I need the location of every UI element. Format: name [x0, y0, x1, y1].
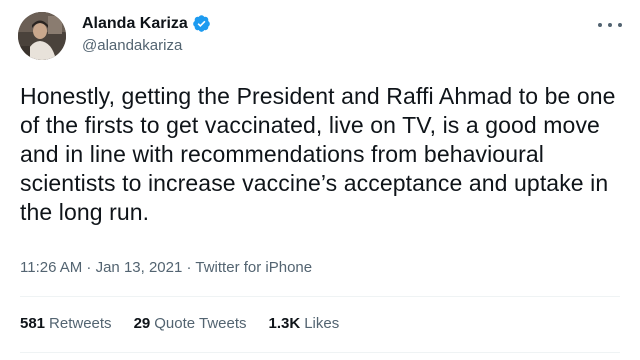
display-name[interactable]: Alanda Kariza [82, 15, 188, 33]
divider [20, 296, 620, 297]
quote-tweets-count: 29 [133, 315, 151, 332]
tweet-card: Alanda Kariza @alandakariza Honestly, ge… [0, 0, 640, 360]
more-dot [618, 23, 622, 27]
more-dot [598, 23, 602, 27]
likes-label: Likes [304, 315, 340, 332]
avatar-image [18, 12, 66, 60]
more-dot [608, 23, 612, 27]
retweets-stat[interactable]: 581 Retweets [20, 315, 112, 332]
tweet-meta[interactable]: 11:26 AM · Jan 13, 2021 · Twitter for iP… [20, 259, 312, 276]
author-handle[interactable]: @alandakariza [82, 37, 182, 54]
name-row: Alanda Kariza [82, 14, 211, 33]
engagement-stats: 581 Retweets 29 Quote Tweets 1.3K Likes [20, 315, 361, 332]
quote-tweets-stat[interactable]: 29 Quote Tweets [134, 315, 247, 332]
retweets-label: Retweets [49, 315, 112, 332]
likes-count: 1.3K [268, 315, 301, 332]
tweet-text: Honestly, getting the President and Raff… [20, 83, 616, 225]
verified-badge-icon [192, 14, 211, 33]
quote-tweets-label: Quote Tweets [154, 315, 247, 332]
avatar[interactable] [18, 12, 66, 60]
likes-stat[interactable]: 1.3K Likes [269, 315, 340, 332]
divider [20, 352, 620, 353]
more-options-icon[interactable] [598, 18, 622, 32]
retweets-count: 581 [20, 315, 46, 332]
